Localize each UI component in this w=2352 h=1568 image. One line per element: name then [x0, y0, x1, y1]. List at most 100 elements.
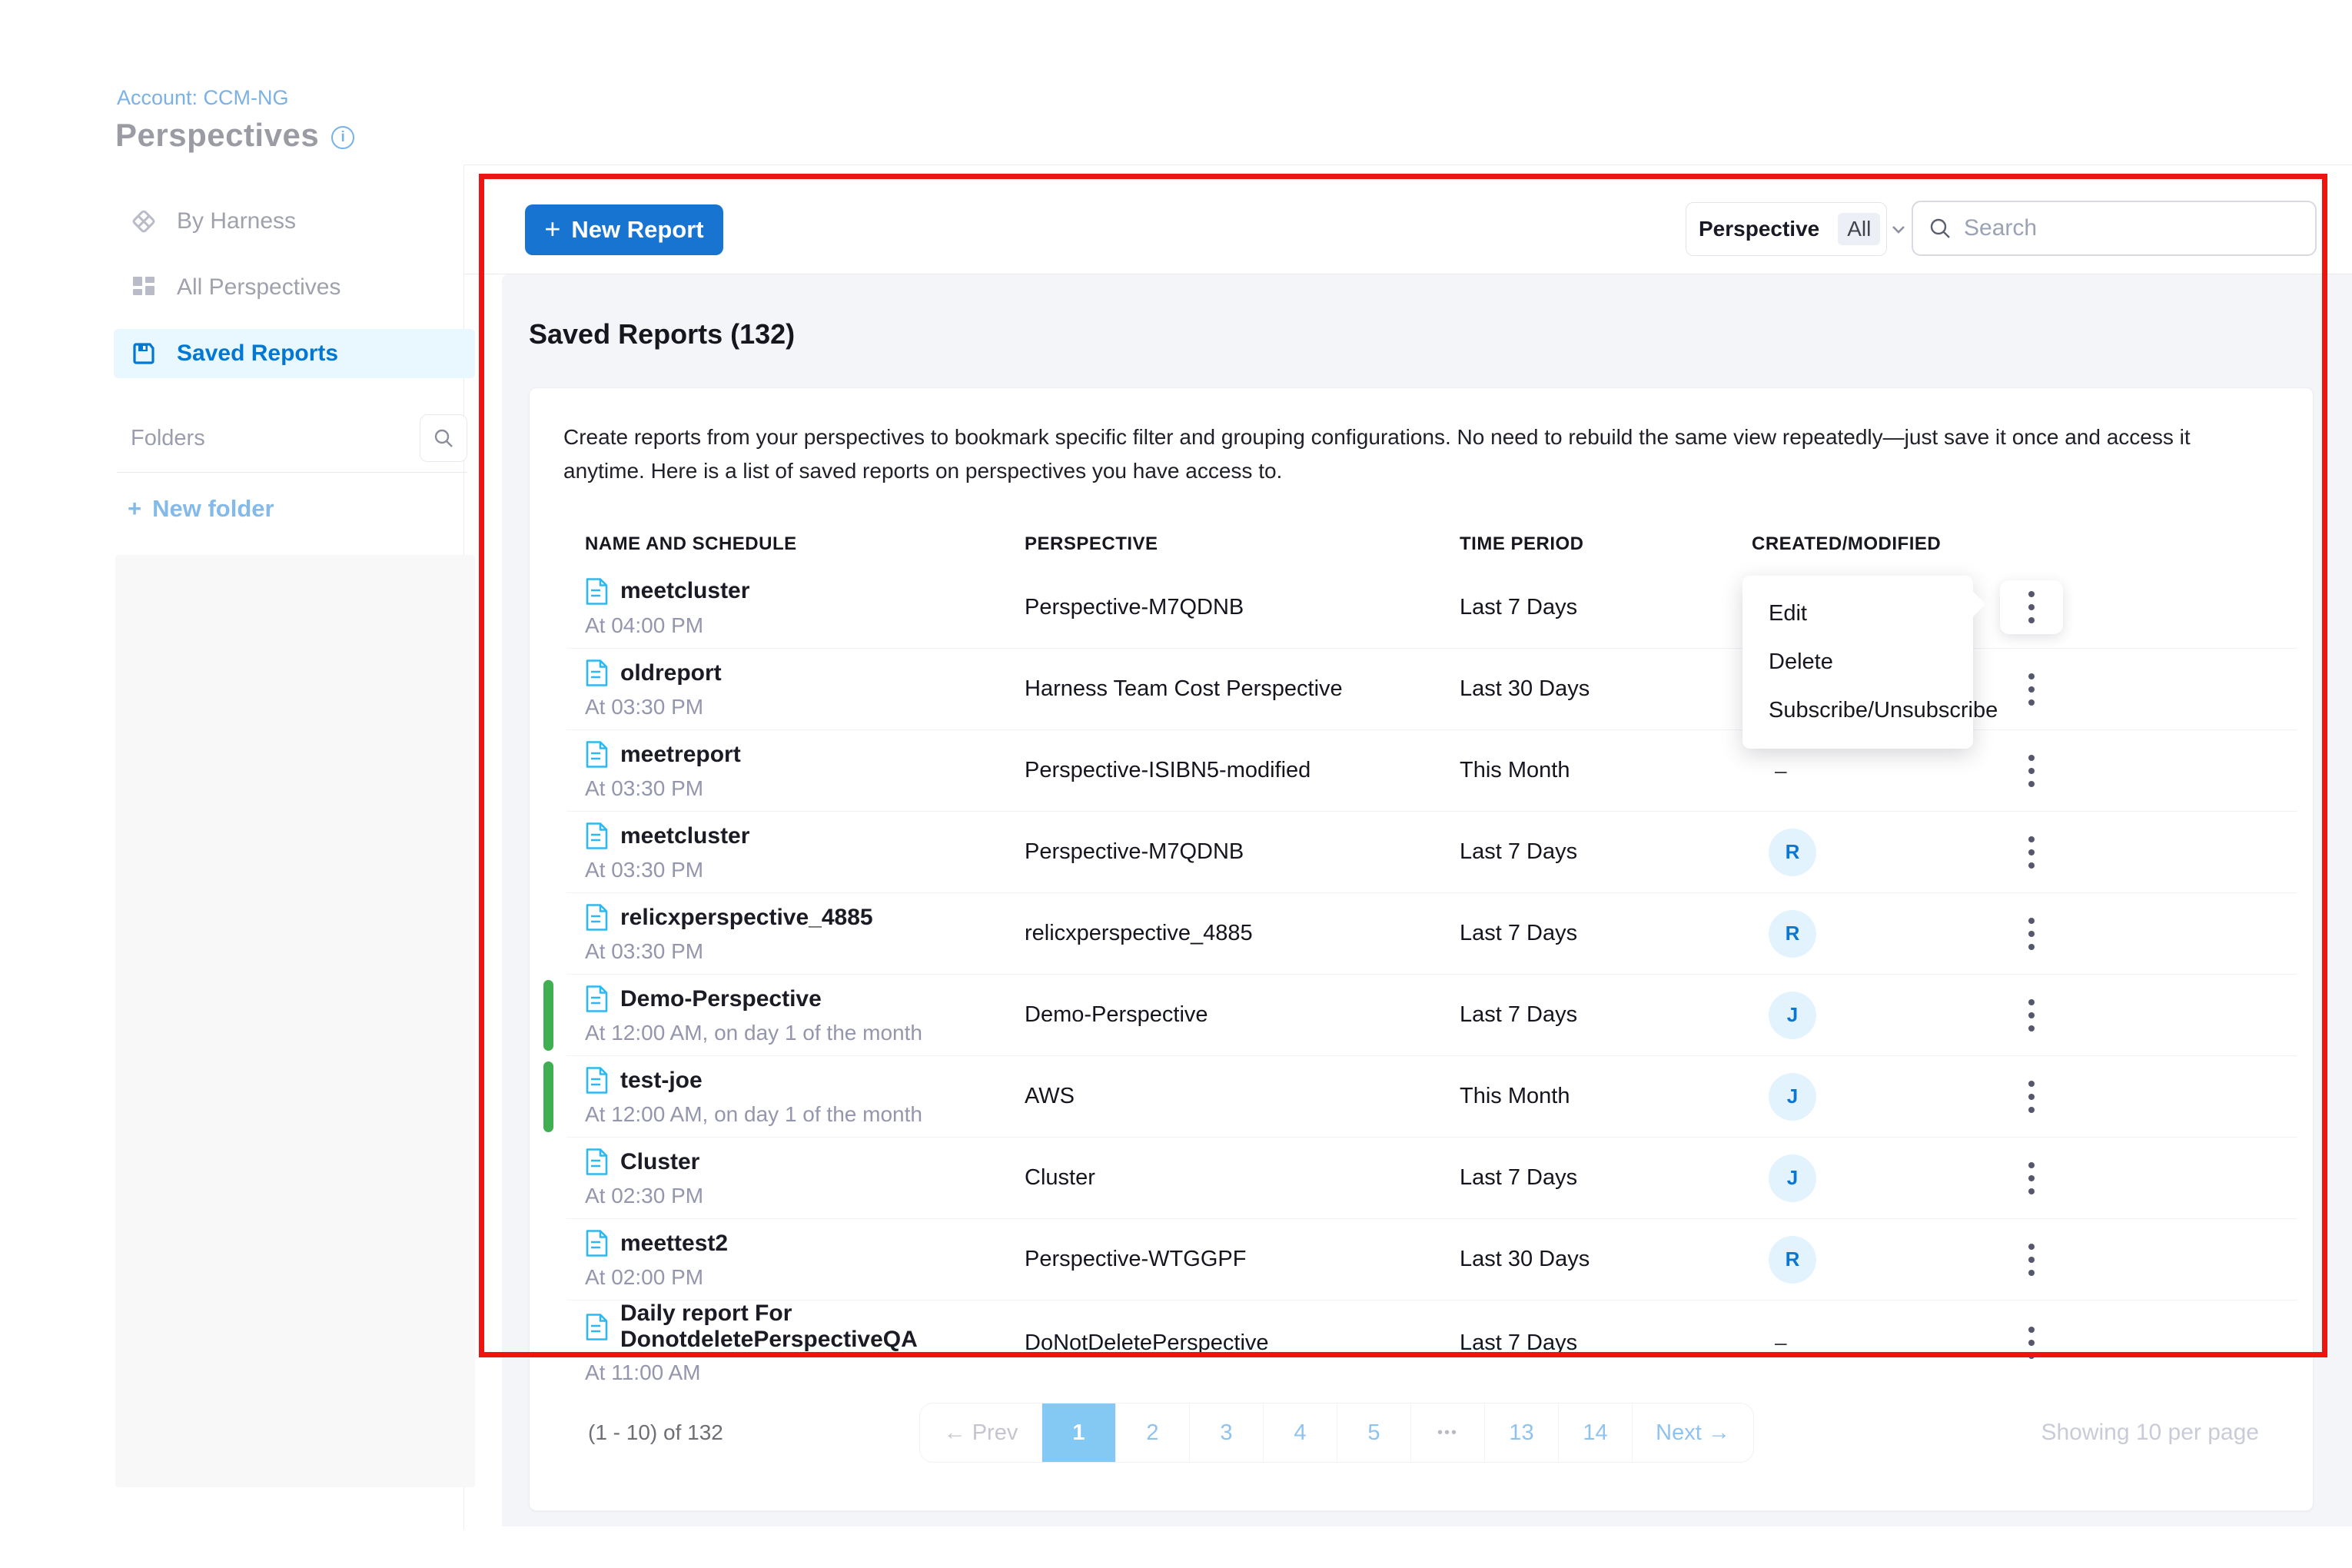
report-name[interactable]: relicxperspective_4885 — [620, 905, 873, 931]
table-row[interactable]: relicxperspective_4885 At 03:30 PM relic… — [566, 892, 2297, 974]
reports-table: NAME AND SCHEDULE PERSPECTIVE TIME PERIO… — [566, 522, 2297, 1381]
avatar: J — [1769, 1073, 1816, 1121]
report-name[interactable]: meettest2 — [620, 1231, 728, 1257]
filter-value-chip: All — [1838, 213, 1880, 245]
table-row[interactable]: meetcluster At 03:30 PM Perspective-M7QD… — [566, 811, 2297, 892]
search-input[interactable] — [1964, 215, 2300, 241]
report-name[interactable]: meetcluster — [620, 578, 749, 604]
table-row[interactable]: Daily report For DonotdeletePerspectiveQ… — [566, 1300, 2297, 1381]
report-name-cell: meetcluster At 03:30 PM — [585, 822, 1025, 882]
report-actions-cell — [1996, 1316, 2297, 1370]
table-row[interactable]: meetcluster At 04:00 PM Perspective-M7QD… — [566, 566, 2297, 648]
sidebar-item-saved-reports[interactable]: Saved Reports — [114, 329, 475, 378]
menu-item-edit[interactable]: Edit — [1742, 590, 1973, 638]
report-schedule: At 12:00 AM, on day 1 of the month — [585, 1102, 922, 1127]
page-button-13[interactable]: 13 — [1484, 1404, 1558, 1462]
info-icon[interactable]: i — [331, 126, 354, 149]
table-row[interactable]: Demo-Perspective At 12:00 AM, on day 1 o… — [566, 974, 2297, 1055]
sidebar-item-all-perspectives[interactable]: All Perspectives — [114, 263, 475, 312]
table-row[interactable]: meettest2 At 02:00 PM Perspective-WTGGPF… — [566, 1218, 2297, 1300]
row-menu-button[interactable] — [2010, 1151, 2053, 1205]
pagination-range-label: (1 - 10) of 132 — [588, 1420, 723, 1445]
report-created-cell: J — [1752, 992, 1996, 1039]
report-created-cell: R — [1752, 910, 1996, 958]
sidebar-item-by-harness[interactable]: By Harness — [114, 197, 475, 246]
row-menu-button[interactable] — [2010, 1233, 2053, 1287]
report-schedule: At 02:00 PM — [585, 1265, 703, 1290]
report-name[interactable]: Cluster — [620, 1149, 699, 1175]
report-name-cell: oldreport At 03:30 PM — [585, 659, 1025, 719]
report-name-cell: meettest2 At 02:00 PM — [585, 1229, 1025, 1290]
report-created-cell: – — [1752, 759, 1996, 783]
folders-search-button[interactable] — [420, 414, 467, 462]
per-page-label: Showing 10 per page — [2041, 1420, 2259, 1446]
created-dash: – — [1775, 759, 1787, 783]
report-actions-cell — [1996, 988, 2297, 1042]
perspective-filter-dropdown[interactable]: Perspective All — [1686, 202, 1887, 256]
save-icon — [131, 341, 157, 366]
page-button-3[interactable]: 3 — [1189, 1404, 1263, 1462]
table-row[interactable]: meetreport At 03:30 PM Perspective-ISIBN… — [566, 729, 2297, 811]
filter-label: Perspective — [1699, 217, 1819, 241]
report-perspective: Cluster — [1025, 1165, 1460, 1191]
report-created-cell: R — [1752, 829, 1996, 876]
report-name[interactable]: meetreport — [620, 742, 741, 768]
page-button-2[interactable]: 2 — [1115, 1404, 1189, 1462]
report-name-cell: Demo-Perspective At 12:00 AM, on day 1 o… — [585, 985, 1025, 1045]
report-name[interactable]: meetcluster — [620, 823, 749, 849]
row-menu-button[interactable] — [2010, 1070, 2053, 1124]
report-actions-cell — [1996, 744, 2297, 798]
table-row[interactable]: test-joe At 12:00 AM, on day 1 of the mo… — [566, 1055, 2297, 1137]
plus-icon: + — [544, 213, 560, 245]
report-doc-icon — [585, 659, 609, 687]
report-schedule: At 12:00 AM, on day 1 of the month — [585, 1021, 922, 1045]
row-menu-button[interactable] — [2010, 826, 2053, 879]
grid-icon — [131, 276, 157, 299]
table-row[interactable]: oldreport At 03:30 PM Harness Team Cost … — [566, 648, 2297, 729]
account-breadcrumb[interactable]: Account: CCM-NG — [117, 86, 289, 110]
row-menu-button[interactable] — [2010, 1316, 2053, 1370]
report-name-cell: meetreport At 03:30 PM — [585, 740, 1025, 801]
report-schedule: At 11:00 AM — [585, 1360, 700, 1385]
sidebar-nav: By Harness All Perspectives Saved Report… — [114, 197, 475, 395]
saved-reports-card: Create reports from your perspectives to… — [529, 387, 2314, 1511]
header-divider — [464, 164, 2352, 165]
report-time-period: Last 7 Days — [1460, 1165, 1752, 1191]
row-menu-button[interactable] — [2010, 988, 2053, 1042]
new-folder-button[interactable]: + New folder — [128, 495, 274, 523]
menu-item-delete[interactable]: Delete — [1742, 638, 1973, 686]
chevron-down-icon — [1889, 220, 1908, 238]
row-menu-button[interactable] — [2010, 663, 2053, 716]
ellipsis-button[interactable]: ••• — [1410, 1404, 1484, 1462]
search-icon — [1928, 217, 1952, 240]
report-time-period: Last 30 Days — [1460, 1247, 1752, 1272]
page-button-14[interactable]: 14 — [1558, 1404, 1632, 1462]
report-perspective: Perspective-M7QDNB — [1025, 595, 1460, 620]
new-report-button[interactable]: + New Report — [525, 204, 723, 255]
column-header-perspective: PERSPECTIVE — [1025, 533, 1460, 555]
report-name[interactable]: Demo-Perspective — [620, 986, 822, 1012]
prev-button[interactable]: ← Prev — [920, 1404, 1041, 1462]
page-button-4[interactable]: 4 — [1263, 1404, 1337, 1462]
report-name[interactable]: Daily report For DonotdeletePerspectiveQ… — [620, 1301, 1025, 1353]
sidebar-item-label: Saved Reports — [177, 341, 338, 367]
menu-item-subscribe-unsubscribe[interactable]: Subscribe/Unsubscribe — [1742, 686, 1973, 735]
report-schedule: At 02:30 PM — [585, 1184, 703, 1208]
page-button-5[interactable]: 5 — [1337, 1404, 1410, 1462]
row-menu-button[interactable] — [2010, 907, 2053, 961]
next-button[interactable]: Next → — [1632, 1404, 1753, 1462]
avatar: R — [1769, 1236, 1816, 1284]
row-menu-button[interactable] — [2000, 580, 2063, 634]
pagination-row: (1 - 10) of 132 ← Prev12345•••1314Next →… — [530, 1403, 2313, 1463]
report-name[interactable]: oldreport — [620, 660, 722, 686]
table-row[interactable]: Cluster At 02:30 PM Cluster Last 7 Days … — [566, 1137, 2297, 1218]
report-name[interactable]: test-joe — [620, 1068, 703, 1094]
context-menu: EditDeleteSubscribe/Unsubscribe — [1742, 576, 1973, 749]
report-doc-icon — [585, 577, 609, 606]
row-menu-button[interactable] — [2010, 744, 2053, 798]
folders-label: Folders — [114, 426, 205, 451]
perspectives-page: Account: CCM-NG Perspectives i By Harnes… — [0, 0, 2352, 1568]
report-actions-cell — [1996, 826, 2297, 879]
saved-reports-heading: Saved Reports (132) — [529, 318, 795, 350]
page-button-1[interactable]: 1 — [1041, 1404, 1115, 1462]
